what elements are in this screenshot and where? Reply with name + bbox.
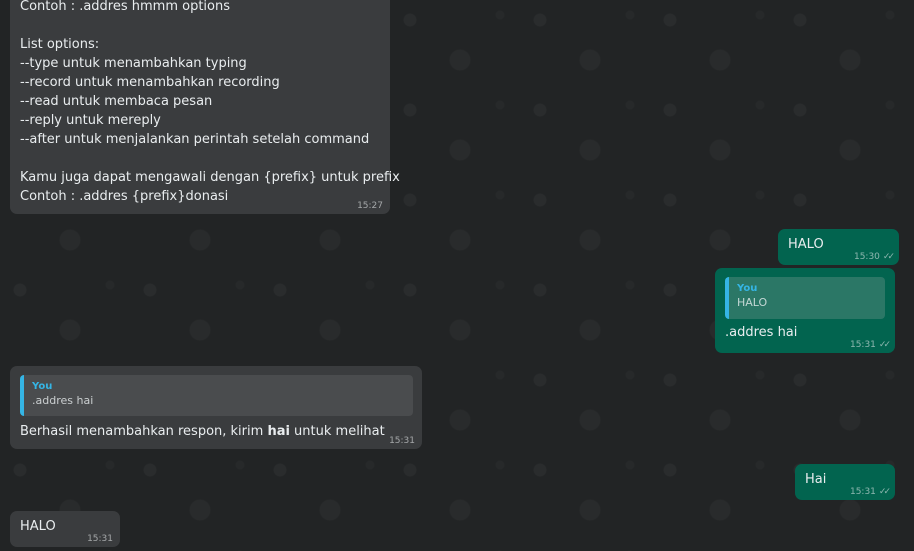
outgoing-message[interactable]: Hai 15:31 ✓✓: [795, 464, 895, 500]
quoted-message[interactable]: You HALO: [725, 277, 885, 319]
message-line: --reply untuk mereply: [20, 113, 161, 128]
message-line: [20, 149, 380, 168]
outgoing-reply-message[interactable]: You HALO .addres hai 15:31 ✓✓: [715, 268, 895, 353]
message-line: Contoh : .addres hmmm options: [20, 0, 231, 14]
message-time: 15:31: [389, 436, 415, 446]
outgoing-message[interactable]: HALO 15:30 ✓✓: [778, 229, 899, 265]
message-text: HALO: [788, 237, 824, 252]
quoted-message[interactable]: You .addres hai: [20, 375, 413, 416]
double-check-icon: ✓✓: [878, 487, 891, 497]
message-line: --type untuk menambahkan typing: [20, 56, 247, 71]
quote-text: HALO: [737, 296, 768, 309]
message-line: List options:: [20, 37, 100, 52]
message-text: .addres hai: [725, 325, 798, 340]
message-time: 15:30: [853, 252, 880, 262]
message-line: Contoh : .addres {prefix}donasi: [20, 189, 229, 204]
message-text-part: untuk melihat: [289, 424, 385, 439]
message-text: Berhasil menambahkan respon, kirim hai u…: [20, 423, 385, 440]
double-check-icon: ✓✓: [882, 252, 895, 262]
message-text: HALO: [20, 519, 56, 534]
message-time: 15:31: [849, 487, 876, 497]
message-time-status: 15:30 ✓✓: [853, 252, 895, 262]
quote-author: You: [32, 381, 53, 392]
message-time-status: 15:31 ✓✓: [849, 487, 891, 497]
message-line: --record untuk menambahkan recording: [20, 75, 280, 90]
message-text-part: Berhasil menambahkan respon, kirim: [20, 424, 268, 439]
double-check-icon: ✓✓: [878, 340, 891, 350]
message-text-bold: hai: [267, 424, 290, 439]
message-time: 15:31: [849, 340, 876, 350]
message-line: --read untuk membaca pesan: [20, 94, 213, 109]
incoming-message-help[interactable]: Contoh : .addres hmmm options List optio…: [10, 0, 400, 214]
chat-panel: Contoh : .addres hmmm options List optio…: [0, 0, 914, 551]
message-line: --after untuk menjalankan perintah setel…: [20, 132, 370, 147]
incoming-message[interactable]: HALO 15:31: [10, 511, 120, 547]
message-time: 15:27: [357, 201, 383, 211]
message-line: Kamu juga dapat mengawali dengan {prefix…: [20, 170, 400, 185]
message-time-status: 15:31 ✓✓: [849, 340, 891, 350]
quote-author: You: [737, 283, 758, 294]
message-line: [20, 16, 380, 35]
quote-text: .addres hai: [32, 394, 94, 407]
incoming-reply-message[interactable]: You .addres hai Berhasil menambahkan res…: [10, 366, 422, 449]
message-text: Hai: [805, 472, 827, 487]
message-time: 15:31: [87, 534, 113, 544]
